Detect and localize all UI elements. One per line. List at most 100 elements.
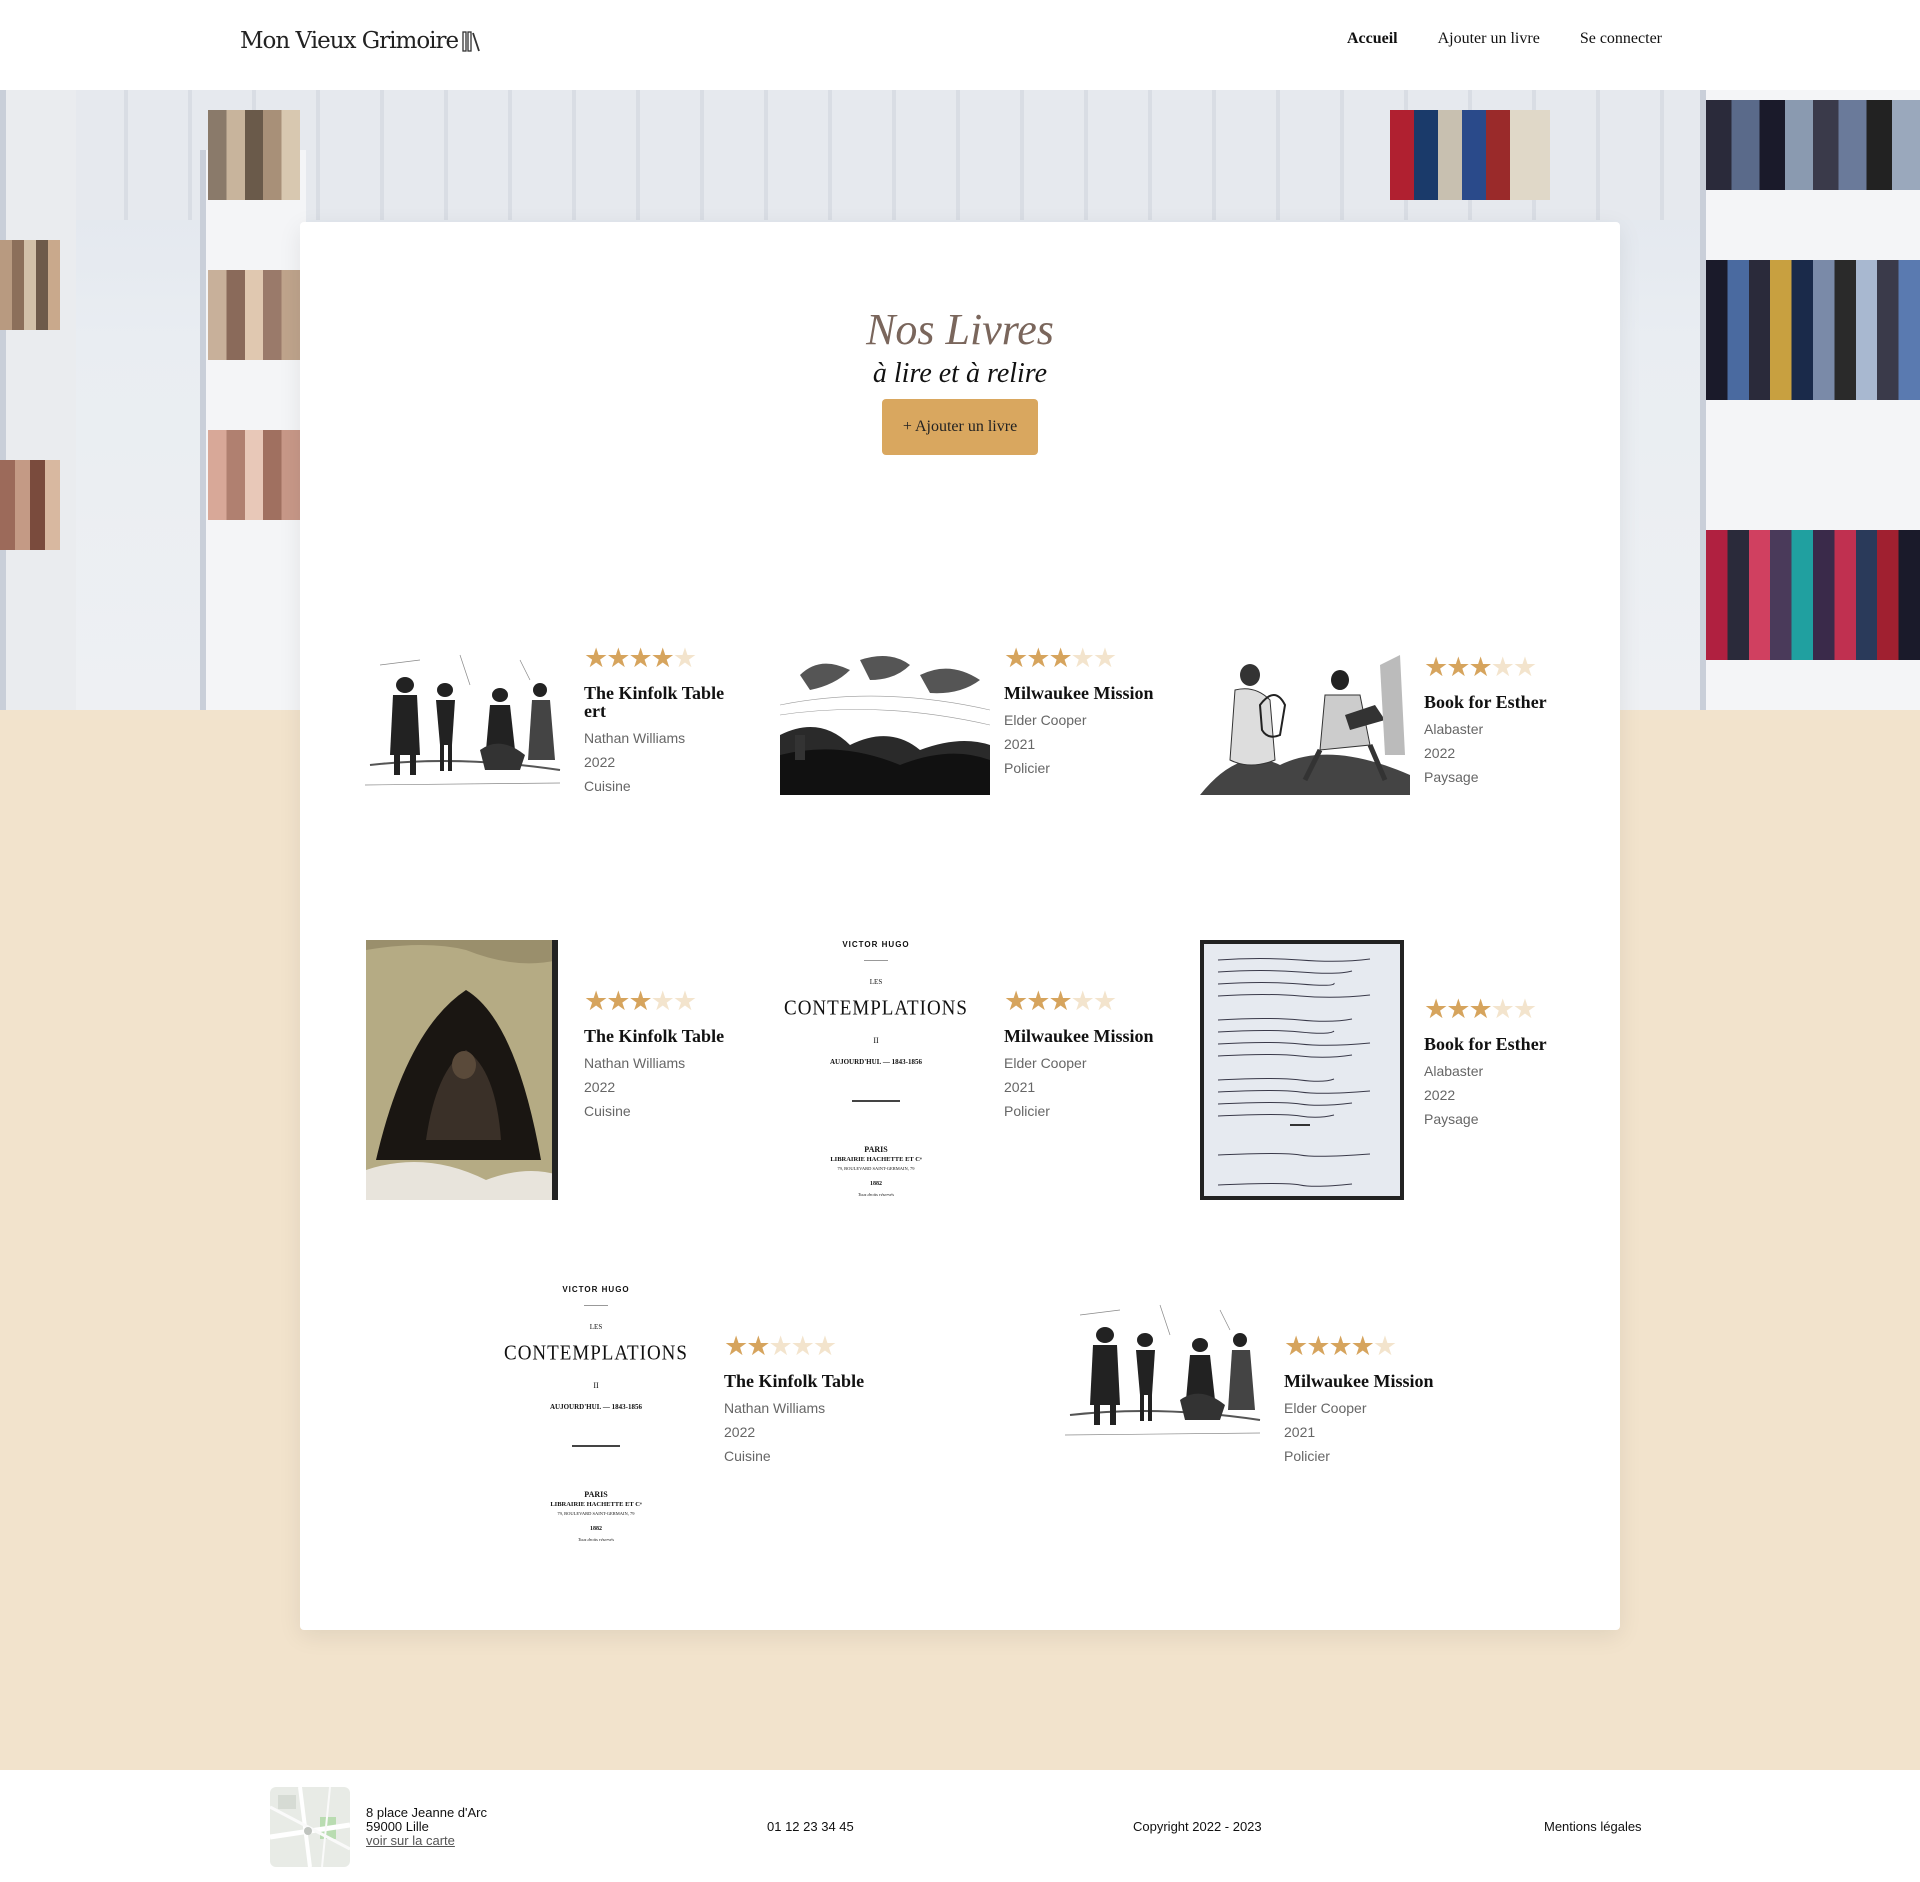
- books-row: [208, 270, 300, 360]
- cover-author: VICTOR HUGO: [842, 940, 910, 949]
- address-line-1: 8 place Jeanne d'Arc: [366, 1805, 488, 1820]
- book-title[interactable]: The Kinfolk Table ert: [584, 684, 734, 720]
- book-title[interactable]: The Kinfolk Table: [584, 1027, 734, 1045]
- main-nav: Accueil Ajouter un livre Se connecter: [1347, 30, 1662, 48]
- book-cover-image[interactable]: [780, 645, 990, 795]
- rating-stars: ★★★★★: [1424, 996, 1574, 1023]
- book-meta: Elder Cooper 2021 Policier: [1284, 1396, 1434, 1468]
- book-info: ★★★★★ Milwaukee Mission Elder Cooper 2021 Po…: [1004, 988, 1154, 1123]
- star-icon: ★: [1512, 994, 1537, 1024]
- book-cover-image[interactable]: [1200, 645, 1410, 795]
- map-thumbnail[interactable]: [270, 1787, 350, 1867]
- star-icon: ★: [1092, 986, 1117, 1016]
- map-link[interactable]: voir sur la carte: [366, 1834, 487, 1848]
- star-icon: ★: [1070, 986, 1095, 1016]
- book-author: Elder Cooper: [1004, 712, 1087, 728]
- star-icon: ★: [1446, 994, 1470, 1024]
- books-card: Nos Livres à lire et à relire + Ajouter …: [300, 222, 1620, 1630]
- book-title[interactable]: Milwaukee Mission: [1004, 684, 1154, 702]
- book-genre: Cuisine: [584, 778, 631, 794]
- book-genre: Paysage: [1424, 769, 1479, 785]
- rating-stars: ★★★★★: [1424, 654, 1574, 681]
- book-info: ★★★★★ Book for Esther Alabaster 2022 Paysage: [1424, 996, 1574, 1131]
- copyright: Copyright 2022 - 2023: [1133, 1819, 1262, 1834]
- book-item[interactable]: ★★★★★ Book for Esther Alabaster 2022 Paysage: [1200, 645, 1570, 915]
- book-item[interactable]: ★★★★★ Milwaukee Mission Elder Cooper 2021 Po…: [780, 645, 1154, 915]
- book-cover-image[interactable]: [360, 645, 570, 795]
- books-row: [208, 110, 300, 200]
- book-cover-image[interactable]: VICTOR HUGO LES CONTEMPLATIONS II AUJOUR…: [500, 1285, 692, 1545]
- star-icon: ★: [1468, 994, 1492, 1024]
- book-title[interactable]: Book for Esther: [1424, 1035, 1574, 1053]
- book-title[interactable]: Book for Esther: [1424, 693, 1574, 711]
- book-title[interactable]: The Kinfolk Table: [724, 1372, 874, 1390]
- page-subtitle: à lire et à relire: [872, 358, 1048, 389]
- book-title[interactable]: Milwaukee Mission: [1284, 1372, 1434, 1390]
- book-info: ★★★★★ The Kinfolk Table ert Nathan William…: [584, 645, 734, 798]
- book-author: Elder Cooper: [1004, 1055, 1087, 1071]
- book-year: 2022: [1424, 745, 1456, 761]
- star-icon: ★: [812, 1331, 837, 1361]
- book-author: Elder Cooper: [1284, 1400, 1367, 1416]
- book-genre: Policier: [1004, 760, 1050, 776]
- book-info: ★★★★★ The Kinfolk Table Nathan Williams 202…: [584, 988, 734, 1123]
- book-cover-image[interactable]: VICTOR HUGO LES CONTEMPLATIONS II AUJOUR…: [780, 940, 972, 1200]
- site-footer: 8 place Jeanne d'Arc 59000 Lille voir su…: [0, 1770, 1920, 1882]
- book-item[interactable]: ★★★★★ The Kinfolk Table ert Nathan William…: [360, 645, 730, 915]
- book-author: Alabaster: [1424, 721, 1484, 737]
- star-icon: ★: [790, 1331, 815, 1361]
- star-icon: ★: [768, 1331, 792, 1361]
- book-item[interactable]: ★★★★★ Book for Esther Alabaster 2022 Paysage: [1200, 940, 1570, 1210]
- book-cover-image[interactable]: [1200, 940, 1404, 1200]
- book-item[interactable]: VICTOR HUGO LES CONTEMPLATIONS II AUJOUR…: [500, 1285, 870, 1555]
- star-icon: ★: [672, 986, 697, 1016]
- site-logo[interactable]: Mon Vieux Grimoire: [240, 28, 482, 54]
- book-author: Alabaster: [1424, 1063, 1484, 1079]
- book-genre: Paysage: [1424, 1111, 1479, 1127]
- address-line-2: 59000 Lille: [366, 1819, 429, 1834]
- nav-accueil[interactable]: Accueil: [1347, 30, 1398, 48]
- legal-notice-link[interactable]: Mentions légales: [1544, 1819, 1642, 1834]
- star-icon: ★: [1446, 652, 1470, 682]
- books-row: [0, 460, 60, 550]
- book-meta: Nathan Williams 2022 Cuisine: [584, 1051, 734, 1123]
- book-title[interactable]: Milwaukee Mission: [1004, 1027, 1154, 1045]
- rating-stars: ★★★★★: [1004, 645, 1154, 672]
- book-item[interactable]: VICTOR HUGO LES CONTEMPLATIONS II AUJOUR…: [780, 940, 1154, 1210]
- rating-stars: ★★★★★: [584, 988, 734, 1015]
- shelf-left: [0, 90, 76, 710]
- book-meta: Alabaster 2022 Paysage: [1424, 1059, 1574, 1131]
- cover-author: VICTOR HUGO: [562, 1285, 630, 1294]
- star-icon: ★: [1070, 643, 1095, 673]
- star-icon: ★: [672, 643, 697, 673]
- star-icon: ★: [1350, 1331, 1375, 1361]
- star-icon: ★: [628, 986, 652, 1016]
- books-row: [0, 240, 60, 330]
- nav-se-connecter[interactable]: Se connecter: [1580, 30, 1662, 48]
- book-author: Nathan Williams: [584, 1055, 686, 1071]
- nav-ajouter-livre[interactable]: Ajouter un livre: [1438, 30, 1540, 48]
- star-icon: ★: [650, 643, 675, 673]
- books-row: [1706, 260, 1920, 400]
- book-year: 2022: [724, 1424, 756, 1440]
- book-genre: Policier: [1004, 1103, 1050, 1119]
- address: 8 place Jeanne d'Arc 59000 Lille voir su…: [366, 1806, 487, 1848]
- add-book-button[interactable]: + Ajouter un livre: [882, 399, 1038, 455]
- star-icon: ★: [606, 643, 630, 673]
- book-author: Nathan Williams: [584, 730, 686, 746]
- rating-stars: ★★★★★: [1004, 988, 1154, 1015]
- book-item[interactable]: ★★★★★ The Kinfolk Table Nathan Williams 202…: [366, 940, 736, 1210]
- books-row: [1706, 100, 1920, 190]
- page-title: Nos Livres: [866, 305, 1054, 354]
- book-item[interactable]: ★★★★★ Milwaukee Mission Elder Cooper 2021 Po…: [1060, 1295, 1434, 1565]
- book-year: 2021: [1284, 1424, 1316, 1440]
- star-icon: ★: [1026, 643, 1050, 673]
- book-cover-image[interactable]: [1060, 1295, 1270, 1445]
- logo-text: Mon Vieux Grimoire: [240, 28, 459, 54]
- star-icon: ★: [1048, 643, 1072, 673]
- book-genre: Cuisine: [584, 1103, 631, 1119]
- book-meta: Nathan Williams 2022 Cuisine: [584, 726, 734, 798]
- star-icon: ★: [1424, 994, 1448, 1024]
- book-cover-image[interactable]: [366, 940, 558, 1200]
- star-icon: ★: [1424, 652, 1448, 682]
